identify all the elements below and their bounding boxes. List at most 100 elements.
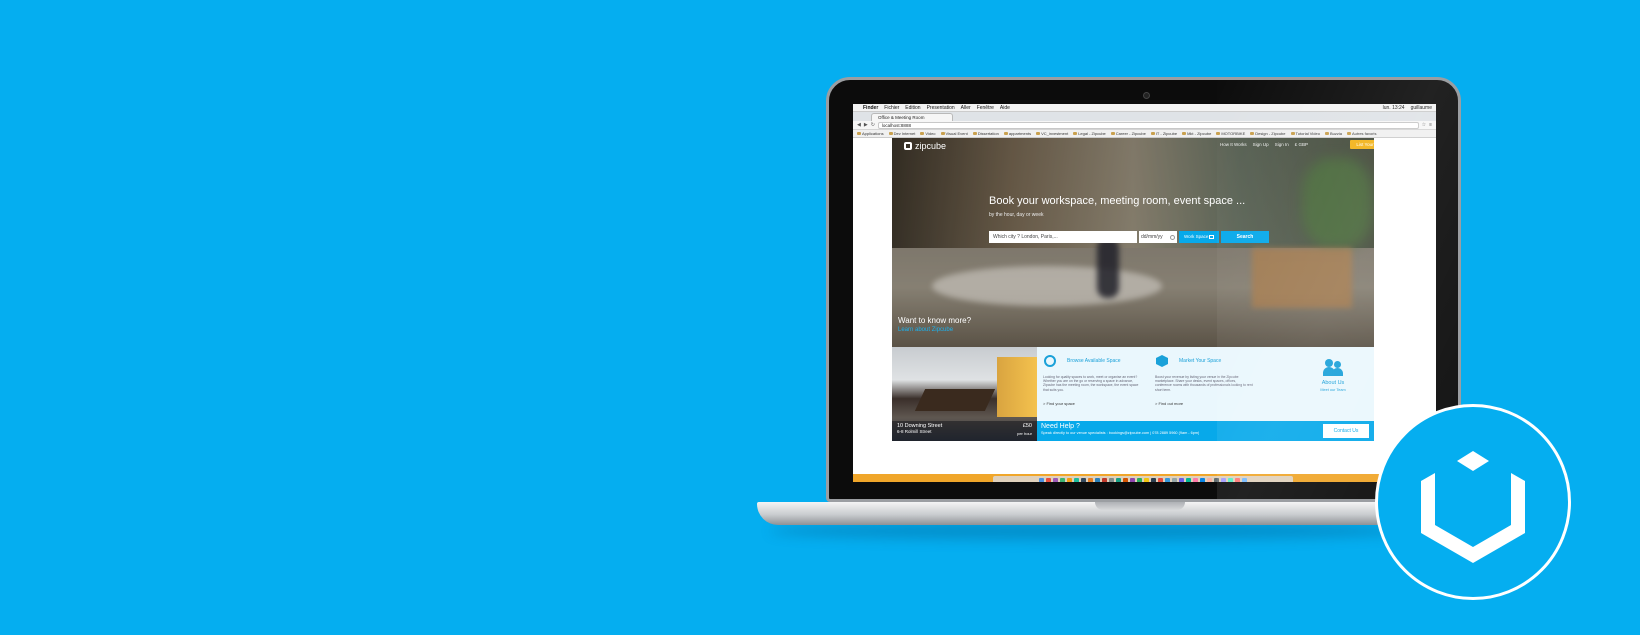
people-icon — [1323, 359, 1343, 377]
find-out-more-link[interactable]: > Find out more — [1155, 401, 1183, 406]
dock-app-icon[interactable] — [1214, 477, 1219, 482]
dock-app-icon[interactable] — [1067, 477, 1072, 482]
list-your-space-button[interactable]: List Your Space — [1350, 140, 1374, 149]
folder-icon — [1073, 132, 1078, 135]
bookmark-item[interactable]: Video — [920, 131, 936, 136]
bookmark-item[interactable]: Autres favoris — [1346, 131, 1376, 136]
zipcube-logo-icon — [904, 142, 912, 150]
laptop-lid: Finder Fichier Edition Presentation Alle… — [826, 77, 1461, 502]
dock-app-icon[interactable] — [1242, 477, 1247, 482]
bookmark-item[interactable]: Visual Event — [940, 131, 968, 136]
about-us-title: About Us — [1321, 380, 1345, 386]
bookmark-item[interactable]: Dissertation — [972, 131, 999, 136]
dock-app-icon[interactable] — [1144, 477, 1149, 482]
menu-icon[interactable]: ≡ — [1429, 122, 1432, 128]
dock-app-icon[interactable] — [1130, 477, 1135, 482]
dock-app-icon[interactable] — [1200, 477, 1205, 482]
bookmark-item[interactable]: Dev Internet — [888, 131, 915, 136]
star-icon[interactable]: ☆ — [1422, 122, 1426, 128]
menubar-item-aller[interactable]: Aller — [961, 105, 971, 111]
dock-app-icon[interactable] — [1109, 477, 1114, 482]
feature-title[interactable]: Market Your Space — [1179, 358, 1221, 364]
bookmark-item[interactable]: IT - Zipcube — [1150, 131, 1177, 136]
space-type-label: Work Space — [1184, 234, 1209, 239]
dock-app-icon[interactable] — [1060, 477, 1065, 482]
menubar-app-name[interactable]: Finder — [863, 105, 878, 111]
dock-app-icon[interactable] — [1046, 477, 1051, 482]
bookmark-item[interactable]: Mkt - Zipcube — [1182, 131, 1211, 136]
learn-about-link[interactable]: Learn about Zipcube — [898, 327, 953, 333]
reload-icon[interactable]: ↻ — [871, 122, 875, 128]
dock-app-icon[interactable] — [1221, 477, 1226, 482]
dock-app-icon[interactable] — [1207, 477, 1212, 482]
contact-us-button[interactable]: Contact Us — [1323, 424, 1369, 438]
date-input[interactable]: dd/mm/yy — [1139, 231, 1177, 243]
browser-tab[interactable]: Office & Meeting Room — [871, 113, 953, 121]
about-us-block[interactable]: About Us Meet our Team — [1292, 355, 1374, 392]
dock-app-icon[interactable] — [1137, 477, 1142, 482]
logo-text: zipcube — [915, 141, 947, 151]
search-button[interactable]: Search — [1221, 231, 1269, 243]
dock-app-icon[interactable] — [1053, 477, 1058, 482]
dock-app-icon[interactable] — [1179, 477, 1184, 482]
folder-icon — [1324, 132, 1329, 135]
space-type-select[interactable]: Work Space — [1179, 231, 1219, 243]
bookmark-item[interactable]: Applications — [857, 131, 884, 136]
bookmark-item[interactable]: VC_investment — [1036, 131, 1068, 136]
hero-subtitle: by the hour, day or week — [989, 212, 1044, 218]
dock-app-icon[interactable] — [1088, 477, 1093, 482]
bookmark-item[interactable]: appartments — [1003, 131, 1031, 136]
city-input[interactable]: Which city ? London, Paris,... — [989, 231, 1137, 243]
address-bar[interactable]: localhost:8888 — [877, 121, 1419, 129]
nav-currency[interactable]: £ GBP — [1295, 142, 1308, 147]
menubar-clock[interactable]: lun. 13:24 — [1383, 105, 1405, 111]
site-nav: How It Works Sign Up Sign In £ GBP — [1220, 142, 1308, 147]
dock-app-icon[interactable] — [1228, 477, 1233, 482]
feature-title[interactable]: Browse Available Space — [1067, 358, 1121, 364]
folder-icon — [1346, 132, 1351, 135]
site-logo[interactable]: zipcube — [904, 141, 946, 151]
bookmark-item[interactable]: Legal - Zipcube — [1073, 131, 1106, 136]
dock-app-icon[interactable] — [1172, 477, 1177, 482]
dock-app-icon[interactable] — [1165, 477, 1170, 482]
dock-app-icon[interactable] — [1123, 477, 1128, 482]
menubar-item-edition[interactable]: Edition — [905, 105, 920, 111]
dock-app-icon[interactable] — [1081, 477, 1086, 482]
dock-app-icon[interactable] — [1074, 477, 1079, 482]
laptop-screen: Finder Fichier Edition Presentation Alle… — [853, 104, 1436, 482]
dock-app-icon[interactable] — [1095, 477, 1100, 482]
back-icon[interactable]: ◀ — [857, 122, 861, 128]
bookmark-item[interactable]: Tutorial Video — [1290, 131, 1320, 136]
folder-icon — [920, 132, 925, 135]
dock-app-icon[interactable] — [1193, 477, 1198, 482]
dock-app-icon[interactable] — [1151, 477, 1156, 482]
nav-sign-up[interactable]: Sign Up — [1253, 142, 1269, 147]
dock-app-icon[interactable] — [1102, 477, 1107, 482]
nav-sign-in[interactable]: Sign In — [1275, 142, 1289, 147]
dock-app-icon[interactable] — [1186, 477, 1191, 482]
featured-venue-card[interactable]: 10 Downing Street 6-8 Rolmill Street £50… — [892, 347, 1037, 441]
meet-team-link[interactable]: Meet our Team — [1292, 388, 1374, 392]
bookmark-item[interactable]: MOTORBIKE — [1216, 131, 1245, 136]
dock-app-icon[interactable] — [1039, 477, 1044, 482]
find-your-space-link[interactable]: > Find your space — [1043, 401, 1075, 406]
bookmark-item[interactable]: Career - Zipcube — [1110, 131, 1146, 136]
menubar-item-presentation[interactable]: Presentation — [927, 105, 955, 111]
menubar-item-fichier[interactable]: Fichier — [884, 105, 899, 111]
bookmark-item[interactable]: Buzzia — [1324, 131, 1342, 136]
clear-icon[interactable] — [1170, 234, 1175, 240]
menubar-item-fenetre[interactable]: Fenêtre — [977, 105, 994, 111]
uikit-badge — [1375, 404, 1571, 600]
dock-app-icon[interactable] — [1116, 477, 1121, 482]
menubar-item-aide[interactable]: Aide — [1000, 105, 1010, 111]
forward-icon[interactable]: ▶ — [864, 122, 868, 128]
nav-how-it-works[interactable]: How It Works — [1220, 142, 1247, 147]
cube-icon — [1156, 355, 1168, 367]
features-panel: Browse Available Space Looking for quali… — [1037, 347, 1374, 421]
dock-app-icon[interactable] — [1235, 477, 1240, 482]
dock-app-icon[interactable] — [1158, 477, 1163, 482]
bookmark-item[interactable]: Design - Zipcube — [1250, 131, 1286, 136]
menubar-user[interactable]: guillaume — [1411, 105, 1432, 111]
venue-photo-window — [997, 357, 1037, 417]
folder-icon — [1036, 132, 1041, 135]
